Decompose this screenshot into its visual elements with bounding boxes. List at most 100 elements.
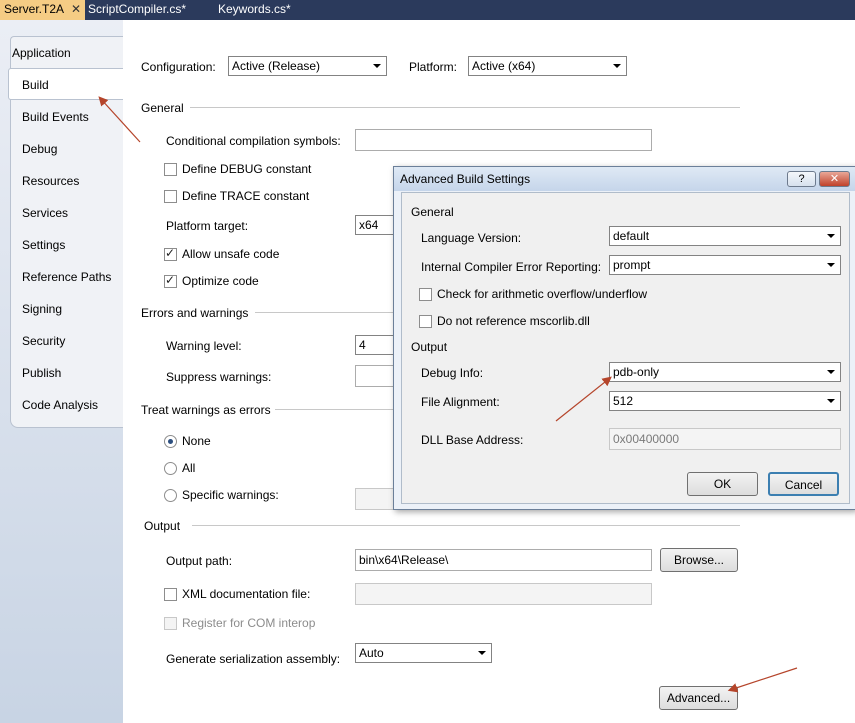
- chevron-down-icon: [827, 263, 835, 267]
- chevron-down-icon: [373, 64, 381, 68]
- treat-none-label: None: [182, 434, 211, 448]
- debug-info-value: pdb-only: [613, 365, 660, 379]
- allow-unsafe-label: Allow unsafe code: [182, 247, 280, 261]
- overflow-label: Check for arithmetic overflow/underflow: [437, 287, 648, 301]
- debug-info-dropdown[interactable]: pdb-only: [609, 362, 841, 382]
- platform-label: Platform:: [409, 60, 458, 74]
- nav-item-debug[interactable]: Debug: [22, 142, 57, 156]
- tab-server-t2a[interactable]: Server.T2A ✕: [0, 0, 85, 20]
- ok-button[interactable]: OK: [687, 472, 758, 496]
- divider: [275, 409, 395, 410]
- treat-none-radio[interactable]: [164, 435, 177, 448]
- output-heading: Output: [144, 519, 181, 533]
- platform-target-label: Platform target:: [166, 219, 249, 233]
- file-alignment-value: 512: [613, 394, 634, 408]
- nav-item-resources[interactable]: Resources: [22, 174, 79, 188]
- treat-all-radio[interactable]: [164, 462, 177, 475]
- nav-item-signing[interactable]: Signing: [22, 302, 62, 316]
- mscorlib-checkbox[interactable]: [419, 315, 432, 328]
- symbols-input[interactable]: [355, 129, 652, 151]
- chevron-down-icon: [613, 64, 621, 68]
- file-alignment-label: File Alignment:: [421, 395, 500, 409]
- treat-specific-label: Specific warnings:: [182, 488, 279, 502]
- ice-reporting-dropdown[interactable]: prompt: [609, 255, 841, 275]
- nav-item-code-analysis[interactable]: Code Analysis: [22, 398, 98, 412]
- dll-base-label: DLL Base Address:: [421, 433, 524, 447]
- define-trace-label: Define TRACE constant: [182, 189, 310, 203]
- define-trace-checkbox[interactable]: [164, 190, 177, 203]
- cancel-button[interactable]: Cancel: [768, 472, 839, 496]
- output-path-input[interactable]: bin\x64\Release\: [355, 549, 652, 571]
- xml-doc-label: XML documentation file:: [182, 587, 311, 601]
- platform-target-value: x64: [359, 218, 379, 232]
- nav-item-application[interactable]: Application: [12, 46, 71, 60]
- tab-label: Server.T2A: [4, 2, 65, 16]
- dialog-title-bar[interactable]: Advanced Build Settings ? ✕: [394, 167, 855, 191]
- chevron-down-icon: [827, 399, 835, 403]
- chevron-down-icon: [827, 370, 835, 374]
- ice-reporting-value: prompt: [613, 258, 651, 272]
- advanced-button[interactable]: Advanced...: [659, 686, 738, 710]
- treat-warnings-heading: Treat warnings as errors: [141, 403, 271, 417]
- help-button[interactable]: ?: [787, 171, 816, 187]
- language-version-dropdown[interactable]: default: [609, 226, 841, 246]
- divider: [190, 107, 740, 108]
- browse-button[interactable]: Browse...: [660, 548, 738, 572]
- symbols-label: Conditional compilation symbols:: [166, 134, 341, 148]
- xml-doc-checkbox[interactable]: [164, 588, 177, 601]
- treat-all-label: All: [182, 461, 196, 475]
- serialization-value: Auto: [359, 646, 384, 660]
- allow-unsafe-checkbox[interactable]: [164, 246, 177, 261]
- chevron-down-icon: [478, 651, 486, 655]
- output-path-label: Output path:: [166, 554, 233, 568]
- configuration-dropdown[interactable]: Active (Release): [228, 56, 387, 76]
- optimize-code-label: Optimize code: [182, 274, 259, 288]
- dialog-output-heading: Output: [411, 340, 448, 354]
- debug-info-label: Debug Info:: [421, 366, 484, 380]
- configuration-label: Configuration:: [141, 60, 216, 74]
- nav-item-build[interactable]: Build: [22, 78, 49, 92]
- warning-level-value: 4: [359, 338, 366, 352]
- nav-item-security[interactable]: Security: [22, 334, 65, 348]
- platform-dropdown[interactable]: Active (x64): [468, 56, 627, 76]
- tab-scriptcompiler[interactable]: ScriptCompiler.cs*: [84, 0, 208, 20]
- language-version-value: default: [613, 229, 650, 243]
- configuration-value: Active (Release): [232, 59, 321, 73]
- file-alignment-dropdown[interactable]: 512: [609, 391, 841, 411]
- define-debug-label: Define DEBUG constant: [182, 162, 312, 176]
- close-icon[interactable]: ✕: [71, 0, 81, 19]
- serialization-dropdown[interactable]: Auto: [355, 643, 492, 663]
- nav-item-services[interactable]: Services: [22, 206, 68, 220]
- tab-keywords[interactable]: Keywords.cs*: [214, 0, 318, 20]
- nav-item-reference-paths[interactable]: Reference Paths: [22, 270, 111, 284]
- dialog-body: General Language Version: default Intern…: [401, 192, 850, 504]
- ice-reporting-label: Internal Compiler Error Reporting:: [421, 260, 602, 274]
- document-tab-strip: Server.T2A ✕ ScriptCompiler.cs* Keywords…: [0, 0, 855, 20]
- nav-item-settings[interactable]: Settings: [22, 238, 65, 252]
- language-version-label: Language Version:: [421, 231, 522, 245]
- optimize-code-checkbox[interactable]: [164, 273, 177, 288]
- serialization-label: Generate serialization assembly:: [166, 652, 341, 666]
- xml-doc-input[interactable]: [355, 583, 652, 605]
- tab-label: Keywords.cs*: [218, 2, 291, 16]
- mscorlib-label: Do not reference mscorlib.dll: [437, 314, 590, 328]
- errors-heading: Errors and warnings: [141, 306, 249, 320]
- treat-specific-radio[interactable]: [164, 489, 177, 502]
- register-com-label: Register for COM interop: [182, 616, 316, 630]
- warning-level-label: Warning level:: [166, 339, 242, 353]
- tab-label: ScriptCompiler.cs*: [88, 2, 187, 16]
- platform-value: Active (x64): [472, 59, 536, 73]
- nav-item-build-events[interactable]: Build Events: [22, 110, 89, 124]
- dialog-title: Advanced Build Settings: [400, 172, 531, 186]
- general-heading: General: [141, 101, 184, 115]
- overflow-checkbox[interactable]: [419, 288, 432, 301]
- dialog-general-heading: General: [411, 205, 454, 219]
- chevron-down-icon: [827, 234, 835, 238]
- register-com-checkbox[interactable]: [164, 617, 177, 630]
- dll-base-input[interactable]: 0x00400000: [609, 428, 841, 450]
- close-button[interactable]: ✕: [819, 171, 850, 187]
- divider: [255, 312, 395, 313]
- nav-item-publish[interactable]: Publish: [22, 366, 61, 380]
- advanced-build-settings-dialog: Advanced Build Settings ? ✕ General Lang…: [393, 166, 855, 510]
- define-debug-checkbox[interactable]: [164, 163, 177, 176]
